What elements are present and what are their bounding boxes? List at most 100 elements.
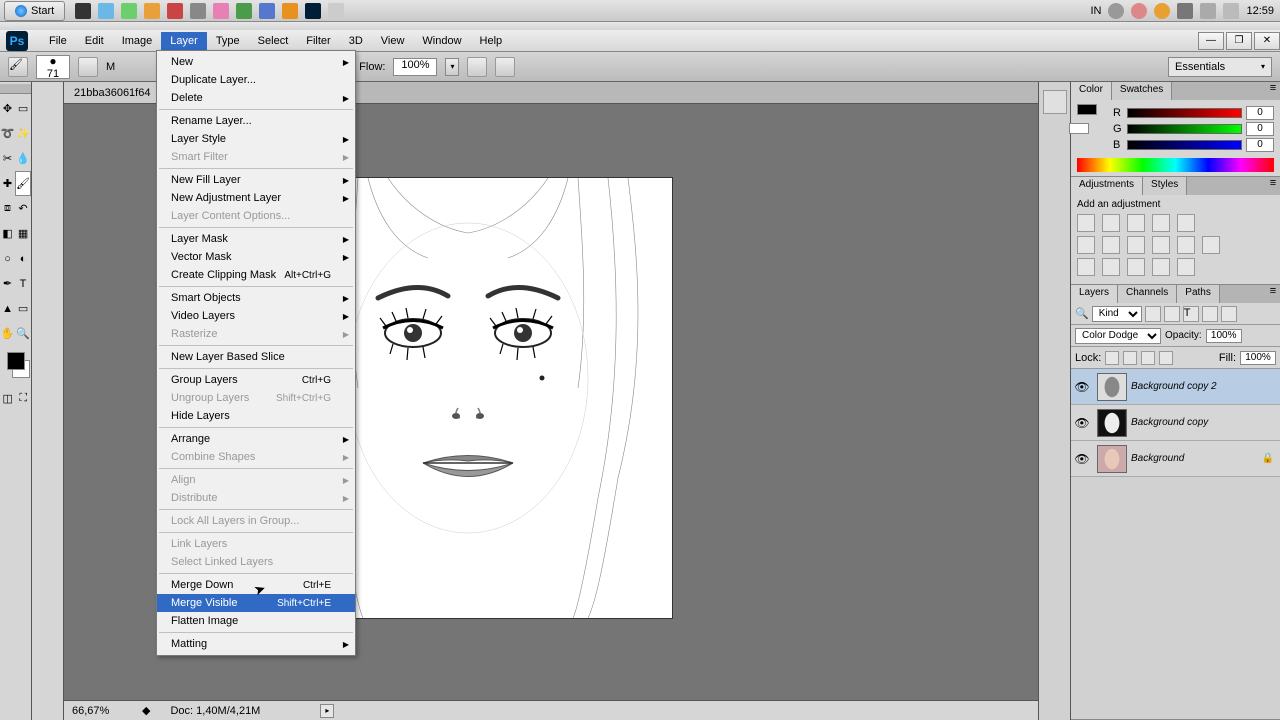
menu-item-merge-visible[interactable]: Merge VisibleShift+Ctrl+E <box>157 594 355 612</box>
eyedropper-tool[interactable]: 💧 <box>15 146 31 171</box>
menu-item-new[interactable]: New▶ <box>157 53 355 71</box>
panel-menu-icon[interactable]: ≡ <box>1266 177 1280 195</box>
menu-item-flatten-image[interactable]: Flatten Image <box>157 612 355 630</box>
photofilter-icon[interactable] <box>1152 236 1170 254</box>
start-button[interactable]: Start <box>4 1 65 21</box>
invert-icon[interactable] <box>1077 258 1095 276</box>
filter-smart-icon[interactable] <box>1221 306 1237 322</box>
menu-item-new-fill-layer[interactable]: New Fill Layer▶ <box>157 171 355 189</box>
vibrance-icon[interactable] <box>1177 214 1195 232</box>
menu-item-duplicate-layer[interactable]: Duplicate Layer... <box>157 71 355 89</box>
dodge-tool[interactable]: ◐ <box>15 246 31 271</box>
brush-tool[interactable]: 🖌 <box>15 171 31 196</box>
menu-layer[interactable]: Layer <box>161 32 207 50</box>
app-icon[interactable] <box>236 3 252 19</box>
workspace-switcher[interactable]: Essentials▾ <box>1168 57 1272 77</box>
lock-all-icon[interactable] <box>1159 351 1173 365</box>
r-slider[interactable] <box>1127 108 1242 118</box>
filter-shape-icon[interactable] <box>1202 306 1218 322</box>
filter-adj-icon[interactable] <box>1164 306 1180 322</box>
app-icon[interactable] <box>98 3 114 19</box>
panel-menu-icon[interactable]: ≡ <box>1266 285 1280 303</box>
menu-help[interactable]: Help <box>471 32 512 50</box>
menu-item-smart-objects[interactable]: Smart Objects▶ <box>157 289 355 307</box>
menu-type[interactable]: Type <box>207 32 249 50</box>
tray-icon[interactable] <box>1131 3 1147 19</box>
curves-icon[interactable] <box>1127 214 1145 232</box>
lasso-tool[interactable]: ➰ <box>0 121 15 146</box>
bw-icon[interactable] <box>1127 236 1145 254</box>
g-value[interactable]: 0 <box>1246 122 1274 136</box>
type-tool[interactable]: T <box>15 271 31 296</box>
menu-item-create-clipping-mask[interactable]: Create Clipping MaskAlt+Ctrl+G <box>157 266 355 284</box>
r-value[interactable]: 0 <box>1246 106 1274 120</box>
tools-header[interactable] <box>0 84 31 94</box>
menu-item-merge-down[interactable]: Merge DownCtrl+E <box>157 576 355 594</box>
colorlookup-icon[interactable] <box>1202 236 1220 254</box>
magic-wand-tool[interactable]: ✨ <box>15 121 31 146</box>
clock[interactable]: 12:59 <box>1246 5 1274 17</box>
app-icon[interactable] <box>190 3 206 19</box>
layer-item[interactable]: 👁Background copy <box>1071 405 1280 441</box>
color-swatches[interactable] <box>0 352 31 378</box>
colorbalance-icon[interactable] <box>1102 236 1120 254</box>
lock-transparent-icon[interactable] <box>1105 351 1119 365</box>
app-icon[interactable] <box>121 3 137 19</box>
menu-item-delete[interactable]: Delete▶ <box>157 89 355 107</box>
tab-styles[interactable]: Styles <box>1143 177 1187 195</box>
hand-tool[interactable]: ✋ <box>0 321 15 346</box>
tool-preset-icon[interactable]: 🖌 <box>8 57 28 77</box>
foreground-swatch[interactable] <box>7 352 25 370</box>
menu-item-group-layers[interactable]: Group LayersCtrl+G <box>157 371 355 389</box>
tablet-pressure-icon[interactable] <box>495 57 515 77</box>
history-brush-tool[interactable]: ↶ <box>15 196 31 221</box>
app-icon[interactable] <box>75 3 91 19</box>
menu-item-new-adjustment-layer[interactable]: New Adjustment Layer▶ <box>157 189 355 207</box>
path-select-tool[interactable]: ▲ <box>0 296 15 321</box>
tray-icon[interactable] <box>1177 3 1193 19</box>
b-value[interactable]: 0 <box>1246 138 1274 152</box>
menu-3d[interactable]: 3D <box>340 32 372 50</box>
menu-item-video-layers[interactable]: Video Layers▶ <box>157 307 355 325</box>
exposure-icon[interactable] <box>1152 214 1170 232</box>
tab-paths[interactable]: Paths <box>1177 285 1220 303</box>
status-icon[interactable]: ◆ <box>142 704 150 717</box>
gradient-tool[interactable]: ▦ <box>15 221 31 246</box>
color-bg-swatch[interactable] <box>1069 123 1089 134</box>
tray-icon[interactable] <box>1223 3 1239 19</box>
posterize-icon[interactable] <box>1102 258 1120 276</box>
visibility-toggle-icon[interactable]: 👁 <box>1071 380 1093 394</box>
marquee-tool[interactable]: ▭ <box>15 96 31 121</box>
selectivecolor-icon[interactable] <box>1177 258 1195 276</box>
shape-tool[interactable]: ▭ <box>15 296 31 321</box>
lang-indicator[interactable]: IN <box>1090 5 1101 17</box>
menu-item-matting[interactable]: Matting▶ <box>157 635 355 653</box>
menu-view[interactable]: View <box>372 32 414 50</box>
layer-name[interactable]: Background copy 2 <box>1131 381 1217 392</box>
menu-select[interactable]: Select <box>249 32 298 50</box>
brush-panel-toggle-icon[interactable] <box>78 57 98 77</box>
firefox-icon[interactable] <box>282 3 298 19</box>
app-icon[interactable] <box>213 3 229 19</box>
flow-field[interactable]: 100% <box>393 58 437 76</box>
opacity-field[interactable]: 100% <box>1206 329 1242 343</box>
threshold-icon[interactable] <box>1127 258 1145 276</box>
menu-item-arrange[interactable]: Arrange▶ <box>157 430 355 448</box>
photoshop-taskbar-icon[interactable] <box>305 3 321 19</box>
menu-edit[interactable]: Edit <box>76 32 113 50</box>
layer-thumbnail[interactable] <box>1097 445 1127 473</box>
menu-item-rename-layer[interactable]: Rename Layer... <box>157 112 355 130</box>
filter-type-icon[interactable]: T <box>1183 306 1199 322</box>
app-icon[interactable] <box>328 3 344 19</box>
quickmask-tool[interactable]: ◫ <box>0 386 16 411</box>
channelmixer-icon[interactable] <box>1177 236 1195 254</box>
tray-icon[interactable] <box>1200 3 1216 19</box>
airbrush-toggle-icon[interactable] <box>467 57 487 77</box>
menu-item-hide-layers[interactable]: Hide Layers <box>157 407 355 425</box>
tab-layers[interactable]: Layers <box>1071 285 1118 303</box>
menu-item-vector-mask[interactable]: Vector Mask▶ <box>157 248 355 266</box>
healing-tool[interactable]: ✚ <box>0 171 15 196</box>
menu-window[interactable]: Window <box>413 32 470 50</box>
brightness-icon[interactable] <box>1077 214 1095 232</box>
color-fg-swatch[interactable] <box>1077 104 1097 115</box>
